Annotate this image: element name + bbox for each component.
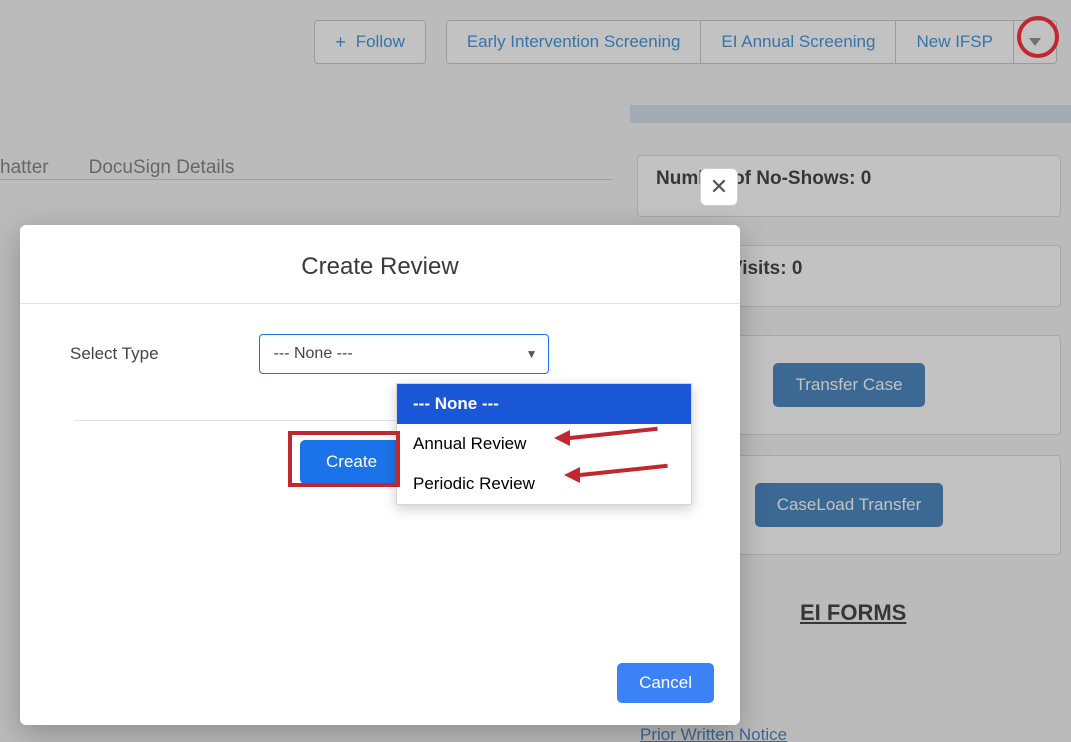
action-overflow-dropdown[interactable] bbox=[1014, 21, 1056, 63]
caret-down-icon bbox=[1029, 38, 1041, 46]
create-review-modal: Create Review Select Type --- None --- ▼… bbox=[20, 225, 740, 725]
early-intervention-button[interactable]: Early Intervention Screening bbox=[447, 21, 702, 63]
option-annual-review[interactable]: Annual Review bbox=[397, 424, 691, 464]
ei-annual-button[interactable]: EI Annual Screening bbox=[701, 21, 896, 63]
new-ifsp-button[interactable]: New IFSP bbox=[896, 21, 1014, 63]
detail-tabs: hatter DocuSign Details bbox=[0, 140, 612, 180]
caseload-transfer-button[interactable]: CaseLoad Transfer bbox=[755, 483, 944, 527]
option-none[interactable]: --- None --- bbox=[397, 384, 691, 424]
select-type-label: Select Type bbox=[70, 344, 159, 364]
no-shows-text: Number of No-Shows: 0 bbox=[656, 168, 871, 189]
follow-button[interactable]: + Follow bbox=[314, 20, 426, 64]
plus-icon: + bbox=[335, 32, 346, 53]
select-type-options: --- None --- Annual Review Periodic Revi… bbox=[396, 383, 692, 505]
modal-close-button[interactable]: ✕ bbox=[700, 168, 738, 206]
select-type-value: --- None --- bbox=[274, 345, 353, 363]
form-link-3[interactable]: Prior Written Notice bbox=[640, 722, 787, 742]
decorative-strip bbox=[630, 105, 1071, 123]
modal-title: Create Review bbox=[20, 225, 740, 304]
create-button[interactable]: Create bbox=[300, 440, 403, 484]
ei-forms-heading: EI FORMS bbox=[800, 600, 906, 626]
transfer-case-button[interactable]: Transfer Case bbox=[773, 363, 924, 407]
cancel-button[interactable]: Cancel bbox=[617, 663, 714, 703]
follow-label: Follow bbox=[356, 32, 405, 52]
option-periodic-review[interactable]: Periodic Review bbox=[397, 464, 691, 504]
action-button-group: Early Intervention Screening EI Annual S… bbox=[446, 20, 1057, 64]
tab-docusign[interactable]: DocuSign Details bbox=[89, 157, 235, 179]
caret-down-icon: ▼ bbox=[526, 347, 538, 361]
tab-chatter[interactable]: hatter bbox=[0, 157, 49, 179]
select-type-dropdown[interactable]: --- None --- ▼ bbox=[259, 334, 549, 374]
